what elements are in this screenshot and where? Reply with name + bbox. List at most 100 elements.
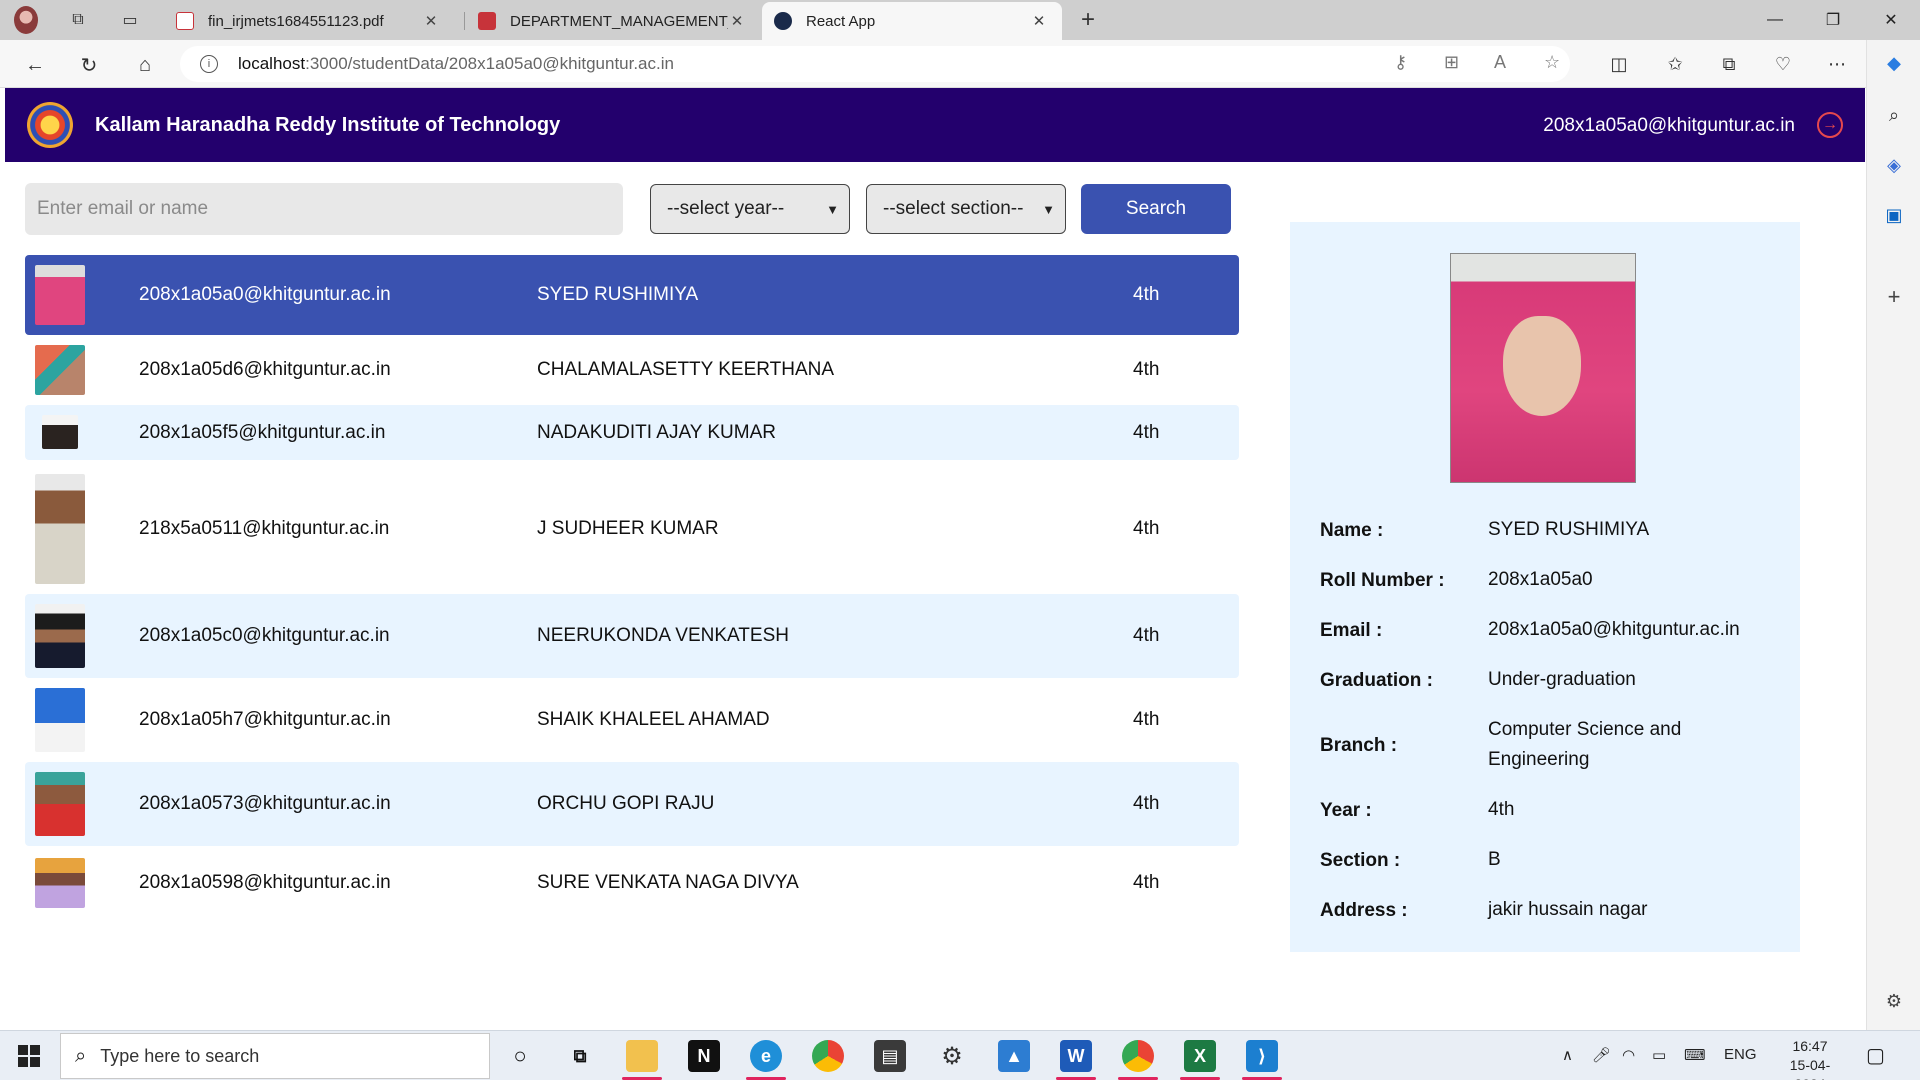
year-select[interactable]: --select year-- ▼ — [650, 184, 850, 234]
favorites-icon[interactable]: ✩ — [1662, 51, 1688, 77]
url-bar[interactable]: i localhost:3000/studentData/208x1a05a0@… — [180, 46, 1570, 82]
student-row[interactable]: 208x1a05h7@khitguntur.ac.in SHAIK KHALEE… — [25, 678, 1239, 762]
student-avatar — [35, 858, 85, 908]
notification-icon[interactable]: ▢ — [1866, 1043, 1885, 1068]
back-icon[interactable]: ← — [20, 50, 50, 80]
close-tab-icon[interactable]: ✕ — [728, 12, 746, 30]
settings-icon[interactable]: ⚙ — [936, 1040, 968, 1072]
read-aloud-icon[interactable]: A — [1494, 52, 1506, 73]
tab-actions-icon[interactable]: ▭ — [118, 8, 142, 32]
student-year: 4th — [1133, 359, 1160, 380]
word-icon[interactable]: W — [1060, 1040, 1092, 1072]
student-name: NEERUKONDA VENKATESH — [537, 625, 789, 646]
url-host: localhost — [238, 54, 306, 73]
more-menu-icon[interactable]: ⋯ — [1824, 51, 1850, 77]
clock-time: 16:47 — [1792, 1038, 1828, 1054]
student-email: 208x1a05f5@khitguntur.ac.in — [139, 421, 386, 443]
sidebar-settings-icon[interactable]: ⚙ — [1881, 988, 1907, 1014]
taskbar-clock[interactable]: 16:47 15-04-2024 — [1775, 1037, 1845, 1080]
tab-label: fin_irjmets1684551123.pdf — [208, 12, 384, 30]
chevron-down-icon: ▼ — [826, 201, 839, 217]
student-avatar — [35, 772, 85, 836]
store-icon[interactable]: ▤ — [874, 1040, 906, 1072]
battery-icon[interactable]: ▭ — [1652, 1046, 1666, 1064]
chevron-up-icon[interactable]: ∧ — [1562, 1046, 1573, 1064]
student-email: 208x1a0598@khitguntur.ac.in — [139, 872, 391, 893]
student-email: 208x1a05c0@khitguntur.ac.in — [139, 625, 390, 646]
wifi-icon[interactable]: ◠ — [1622, 1046, 1635, 1064]
year-value: 4th — [1488, 799, 1515, 820]
vscode-icon[interactable]: ⟩ — [1246, 1040, 1278, 1072]
student-email: 208x1a05h7@khitguntur.ac.in — [139, 709, 391, 730]
new-tab-button[interactable]: + — [1076, 6, 1100, 33]
student-row[interactable]: 208x1a05d6@khitguntur.ac.in CHALAMALASET… — [25, 335, 1239, 405]
institute-name: Kallam Haranadha Reddy Institute of Tech… — [95, 114, 561, 136]
branch-label: Branch : — [1320, 735, 1398, 756]
student-row[interactable]: 218x5a0511@khitguntur.ac.in J SUDHEER KU… — [25, 470, 1239, 588]
excel-icon[interactable]: X — [1184, 1040, 1216, 1072]
student-row[interactable]: 208x1a0573@khitguntur.ac.in ORCHU GOPI R… — [25, 762, 1239, 846]
windows-start-icon[interactable] — [18, 1045, 40, 1067]
task-view-icon[interactable]: ⧉ — [564, 1040, 596, 1072]
student-email: 208x1a05a0@khitguntur.ac.in — [139, 284, 391, 305]
chrome-icon[interactable] — [812, 1040, 844, 1072]
shopping-icon[interactable]: ◈ — [1881, 152, 1907, 178]
profile-avatar-icon[interactable] — [14, 6, 38, 34]
graduation-value: Under-graduation — [1488, 669, 1636, 690]
chrome-profile-icon[interactable] — [1122, 1040, 1154, 1072]
collections-icon[interactable]: ⧉ — [1716, 51, 1742, 77]
section-select[interactable]: --select section-- ▼ — [866, 184, 1066, 234]
copilot-icon[interactable]: ◆ — [1881, 50, 1907, 76]
student-email: 208x1a0573@khitguntur.ac.in — [139, 793, 391, 814]
search-input[interactable] — [25, 183, 623, 235]
key-icon[interactable]: ⚷ — [1394, 52, 1407, 73]
tab-react-app[interactable]: React App ✕ — [762, 2, 1062, 40]
language-indicator[interactable]: ENG — [1724, 1046, 1757, 1063]
student-year: 4th — [1133, 421, 1160, 443]
student-row[interactable]: 208x1a0598@khitguntur.ac.in SURE VENKATA… — [25, 846, 1239, 920]
site-info-icon[interactable]: i — [200, 55, 218, 73]
browser-tab-bar: ⧉ ▭ fin_irjmets1684551123.pdf ✕ DEPARTME… — [0, 0, 1920, 40]
student-face — [1503, 316, 1581, 416]
edge-icon[interactable]: e — [750, 1040, 782, 1072]
keyboard-icon[interactable]: ⌨ — [1684, 1046, 1706, 1064]
refresh-icon[interactable]: ↻ — [74, 50, 104, 80]
search-icon[interactable]: ⌕ — [1881, 102, 1907, 128]
close-window-icon[interactable]: ✕ — [1868, 6, 1914, 34]
favorite-star-icon[interactable]: ☆ — [1544, 52, 1560, 73]
split-screen-icon[interactable]: ◫ — [1606, 51, 1632, 77]
student-avatar — [35, 474, 85, 584]
close-tab-icon[interactable]: ✕ — [1030, 12, 1048, 30]
search-button[interactable]: Search — [1081, 184, 1231, 234]
file-explorer-icon[interactable] — [626, 1040, 658, 1072]
workspaces-icon[interactable]: ⧉ — [66, 8, 90, 32]
edge-sidebar: ◆ ⌕ ◈ ▣ + ⚙ — [1866, 40, 1920, 1030]
taskbar-search[interactable]: ⌕ Type here to search — [60, 1033, 490, 1079]
add-sidebar-app-icon[interactable]: + — [1881, 284, 1907, 310]
student-name: NADAKUDITI AJAY KUMAR — [537, 421, 776, 443]
app-available-icon[interactable]: ⊞ — [1444, 52, 1459, 73]
notion-icon[interactable]: N — [688, 1040, 720, 1072]
close-tab-icon[interactable]: ✕ — [422, 12, 440, 30]
tab-pdf-2[interactable]: DEPARTMENT_MANAGEMENT_S ✕ — [466, 2, 760, 40]
browser-essentials-icon[interactable]: ♡ — [1770, 51, 1796, 77]
email-label: Email : — [1320, 620, 1383, 641]
section-label: Section : — [1320, 850, 1401, 871]
tab-pdf-1[interactable]: fin_irjmets1684551123.pdf ✕ — [164, 2, 454, 40]
microphone-icon[interactable]: 🎤︎ — [1592, 1046, 1611, 1064]
restore-icon[interactable]: ❐ — [1810, 6, 1856, 34]
minimize-icon[interactable]: — — [1752, 6, 1798, 34]
student-details-panel: Name : SYED RUSHIMIYA Roll Number : 208x… — [1290, 222, 1800, 952]
app-header: Kallam Haranadha Reddy Institute of Tech… — [5, 88, 1865, 162]
student-row[interactable]: 208x1a05f5@khitguntur.ac.in NADAKUDITI A… — [25, 405, 1239, 460]
student-row[interactable]: 208x1a05c0@khitguntur.ac.in NEERUKONDA V… — [25, 594, 1239, 678]
photos-icon[interactable]: ▲ — [998, 1040, 1030, 1072]
logout-icon[interactable]: → — [1817, 112, 1843, 138]
home-icon[interactable]: ⌂ — [130, 50, 160, 80]
student-name: SYED RUSHIMIYA — [537, 284, 699, 305]
student-row[interactable]: 208x1a05a0@khitguntur.ac.in SYED RUSHIMI… — [25, 255, 1239, 335]
student-avatar — [42, 415, 78, 449]
student-avatar — [35, 604, 85, 668]
outlook-icon[interactable]: ▣ — [1881, 202, 1907, 228]
cortana-icon[interactable]: ○ — [504, 1040, 536, 1072]
